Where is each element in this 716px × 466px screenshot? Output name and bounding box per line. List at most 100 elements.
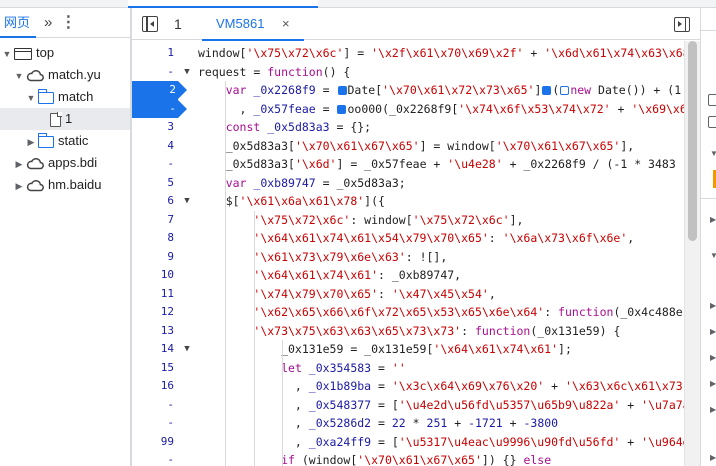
code-token: '\u5317\u4eac\u9996\u90fd\u56fd' [398, 434, 621, 449]
line-number[interactable]: 3 [132, 118, 176, 137]
toggle-debugger-icon[interactable] [674, 17, 690, 32]
code-token: Date()) + (1 [598, 83, 682, 97]
kebab-menu-icon[interactable]: ⋮ [60, 8, 76, 37]
line-number[interactable]: 16 [132, 377, 176, 396]
code-line[interactable]: '\x62\x65\x66\x6f\x72\x65\x53\x65\x6e\x6… [198, 303, 682, 322]
line-number[interactable]: - [132, 396, 176, 415]
line-number[interactable]: 14 [132, 340, 176, 359]
code-line[interactable]: window['\x75\x72\x6c'] = '\x2f\x61\x70\x… [198, 44, 684, 63]
collapsed-triangle-icon[interactable]: ▶ [14, 153, 24, 175]
scrollbar-thumb[interactable] [688, 41, 697, 241]
fold-toggle-icon[interactable]: ▼ [182, 192, 192, 211]
code-line[interactable]: $['\x61\x6a\x61\x78']({ [198, 192, 385, 211]
tree-item[interactable]: 1 [0, 108, 130, 130]
code-line[interactable]: var _0x2268f9 = Date['\x70\x61\x72\x73\x… [198, 81, 681, 100]
code-line[interactable]: '\x73\x75\x63\x63\x65\x73\x73': function… [198, 322, 620, 341]
tab-vm5861-label: VM5861 [216, 16, 265, 31]
close-icon[interactable]: × [282, 8, 290, 40]
fold-toggle-icon[interactable]: ▼ [182, 63, 192, 82]
line-number[interactable]: 7 [132, 211, 176, 230]
code-token: window[ [198, 46, 247, 60]
line-number[interactable]: 13 [132, 322, 176, 341]
code-token: _0x5286d2 [308, 416, 372, 430]
toggle-navigator-icon[interactable] [142, 16, 158, 32]
expand-triangle-icon[interactable]: ▶ [710, 452, 716, 464]
line-number[interactable]: - [132, 414, 176, 433]
code-line[interactable]: '\x64\x61\x74\x61\x54\x79\x70\x65': '\x6… [198, 229, 634, 248]
line-number[interactable]: 9 [132, 248, 176, 267]
code-line[interactable]: '\x61\x73\x79\x6e\x63': ![], [198, 248, 447, 267]
code-line[interactable]: let _0x354583 = '' [198, 359, 406, 378]
collapsed-triangle-icon[interactable]: ▶ [26, 131, 36, 153]
code-token: , [627, 231, 635, 245]
code-editor[interactable]: 1-▼2-34-56▼7891011121314▼1516--99-179 wi… [132, 41, 684, 466]
inline-breakpoint-icon[interactable] [337, 104, 347, 114]
tree-item[interactable]: ▼ match [0, 86, 130, 109]
expand-triangle-icon[interactable]: ▶ [710, 214, 716, 226]
code-line[interactable]: , _0xa24ff9 = ['\u5317\u4eac\u9996\u90fd… [198, 433, 684, 452]
code-line[interactable]: , _0x548377 = ['\u4e2d\u56fd\u5357\u65b9… [198, 396, 684, 415]
pause-checkbox[interactable] [708, 94, 716, 106]
line-number[interactable]: 4 [132, 137, 176, 156]
line-number[interactable]: 6 [132, 192, 176, 211]
expand-triangle-icon[interactable]: ▶ [710, 326, 716, 338]
code-line[interactable]: '\x75\x72\x6c': window['\x75\x72\x6c'], [198, 211, 523, 230]
editor-tab-bar: 1 VM5861 × [132, 8, 700, 41]
code-line[interactable]: if (window['\x70\x61\x67\x65']) {} else [198, 451, 551, 466]
code-token: + _0x2268f9 / (-1 * 3483 [502, 157, 676, 171]
code-line[interactable]: request = function() { [198, 63, 350, 82]
tab-vm5861[interactable]: VM5861 × [202, 8, 304, 41]
tree-item[interactable]: ▶ static [0, 130, 130, 153]
code-token: : [544, 305, 559, 319]
vertical-scrollbar[interactable] [684, 41, 700, 466]
expanded-triangle-icon[interactable]: ▼ [14, 65, 24, 87]
line-number[interactable]: 12 [132, 303, 176, 322]
code-token: -1721 [468, 416, 503, 430]
fold-toggle-icon[interactable]: ▼ [182, 340, 192, 359]
code-token: ] = [343, 46, 372, 60]
tree-item[interactable]: ▶ hm.baidu [0, 174, 130, 197]
line-number[interactable]: 1 [132, 44, 176, 63]
line-number[interactable]: - [132, 155, 176, 174]
tree-item[interactable]: ▼ match.yu [0, 64, 130, 87]
tree-item[interactable]: ▼ top [0, 42, 130, 65]
inline-breakpoint-inactive-icon[interactable] [560, 86, 570, 95]
code-line[interactable]: , _0x5286d2 = 22 * 251 + -1721 + -3800 [198, 414, 558, 433]
line-number[interactable]: - [132, 451, 176, 466]
line-number[interactable]: 99 [132, 433, 176, 452]
expand-triangle-icon[interactable]: ▶ [710, 404, 716, 416]
tab-file-1[interactable]: 1 [174, 8, 182, 40]
expand-triangle-icon[interactable]: ▶ [710, 300, 716, 312]
line-number[interactable]: 8 [132, 229, 176, 248]
code-line[interactable]: , _0x1b89ba = '\x3c\x64\x69\x76\x20' + '… [198, 377, 684, 396]
expanded-triangle-icon[interactable]: ▼ [2, 43, 12, 65]
pause-checkbox[interactable] [708, 116, 716, 128]
expand-triangle-icon[interactable]: ▶ [710, 378, 716, 390]
collapsed-triangle-icon[interactable]: ▶ [14, 175, 24, 197]
line-number[interactable]: 15 [132, 359, 176, 378]
line-number-gutter[interactable]: 1-▼2-34-56▼7891011121314▼1516--99-179 [132, 41, 192, 466]
code-lines[interactable]: window['\x75\x72\x6c'] = '\x2f\x61\x70\x… [198, 41, 684, 466]
navigator-tab-pages[interactable]: 网页 [0, 8, 37, 38]
breakpoint-line-number[interactable]: - [132, 99, 187, 118]
line-number[interactable]: 10 [132, 266, 176, 285]
breakpoint-line-number[interactable]: 2 [132, 81, 187, 100]
line-number[interactable]: - [132, 63, 176, 82]
tree-item[interactable]: ▶ apps.bdi [0, 152, 130, 175]
code-line[interactable]: '\x64\x61\x74\x61': _0xb89747, [198, 266, 461, 285]
code-line[interactable]: _0x5d83a3['\x6d'] = _0x57feae + '\u4e28'… [198, 155, 676, 174]
inline-breakpoint-icon[interactable] [337, 86, 347, 95]
code-line[interactable]: , _0x57feae = oo000(_0x2268f9['\x74\x6f\… [198, 100, 684, 119]
code-line[interactable]: _0x5d83a3['\x70\x61\x67\x65'] = window['… [198, 137, 635, 156]
line-number[interactable]: 5 [132, 174, 176, 193]
code-line[interactable]: var _0xb89747 = _0x5d83a3; [198, 174, 406, 193]
inline-breakpoint-icon[interactable] [542, 86, 552, 95]
expanded-triangle-icon[interactable]: ▼ [26, 87, 36, 109]
line-number[interactable]: 11 [132, 285, 176, 304]
expand-triangle-icon[interactable]: ▼ [710, 148, 716, 160]
code-line[interactable]: '\x74\x79\x70\x65': '\x47\x45\x54', [198, 285, 495, 304]
code-line[interactable]: const _0x5d83a3 = {}; [198, 118, 371, 137]
more-tabs-icon[interactable]: » [44, 8, 52, 37]
expand-triangle-icon[interactable]: ▶ [710, 352, 716, 364]
expand-triangle-icon[interactable]: ▼ [710, 250, 716, 262]
